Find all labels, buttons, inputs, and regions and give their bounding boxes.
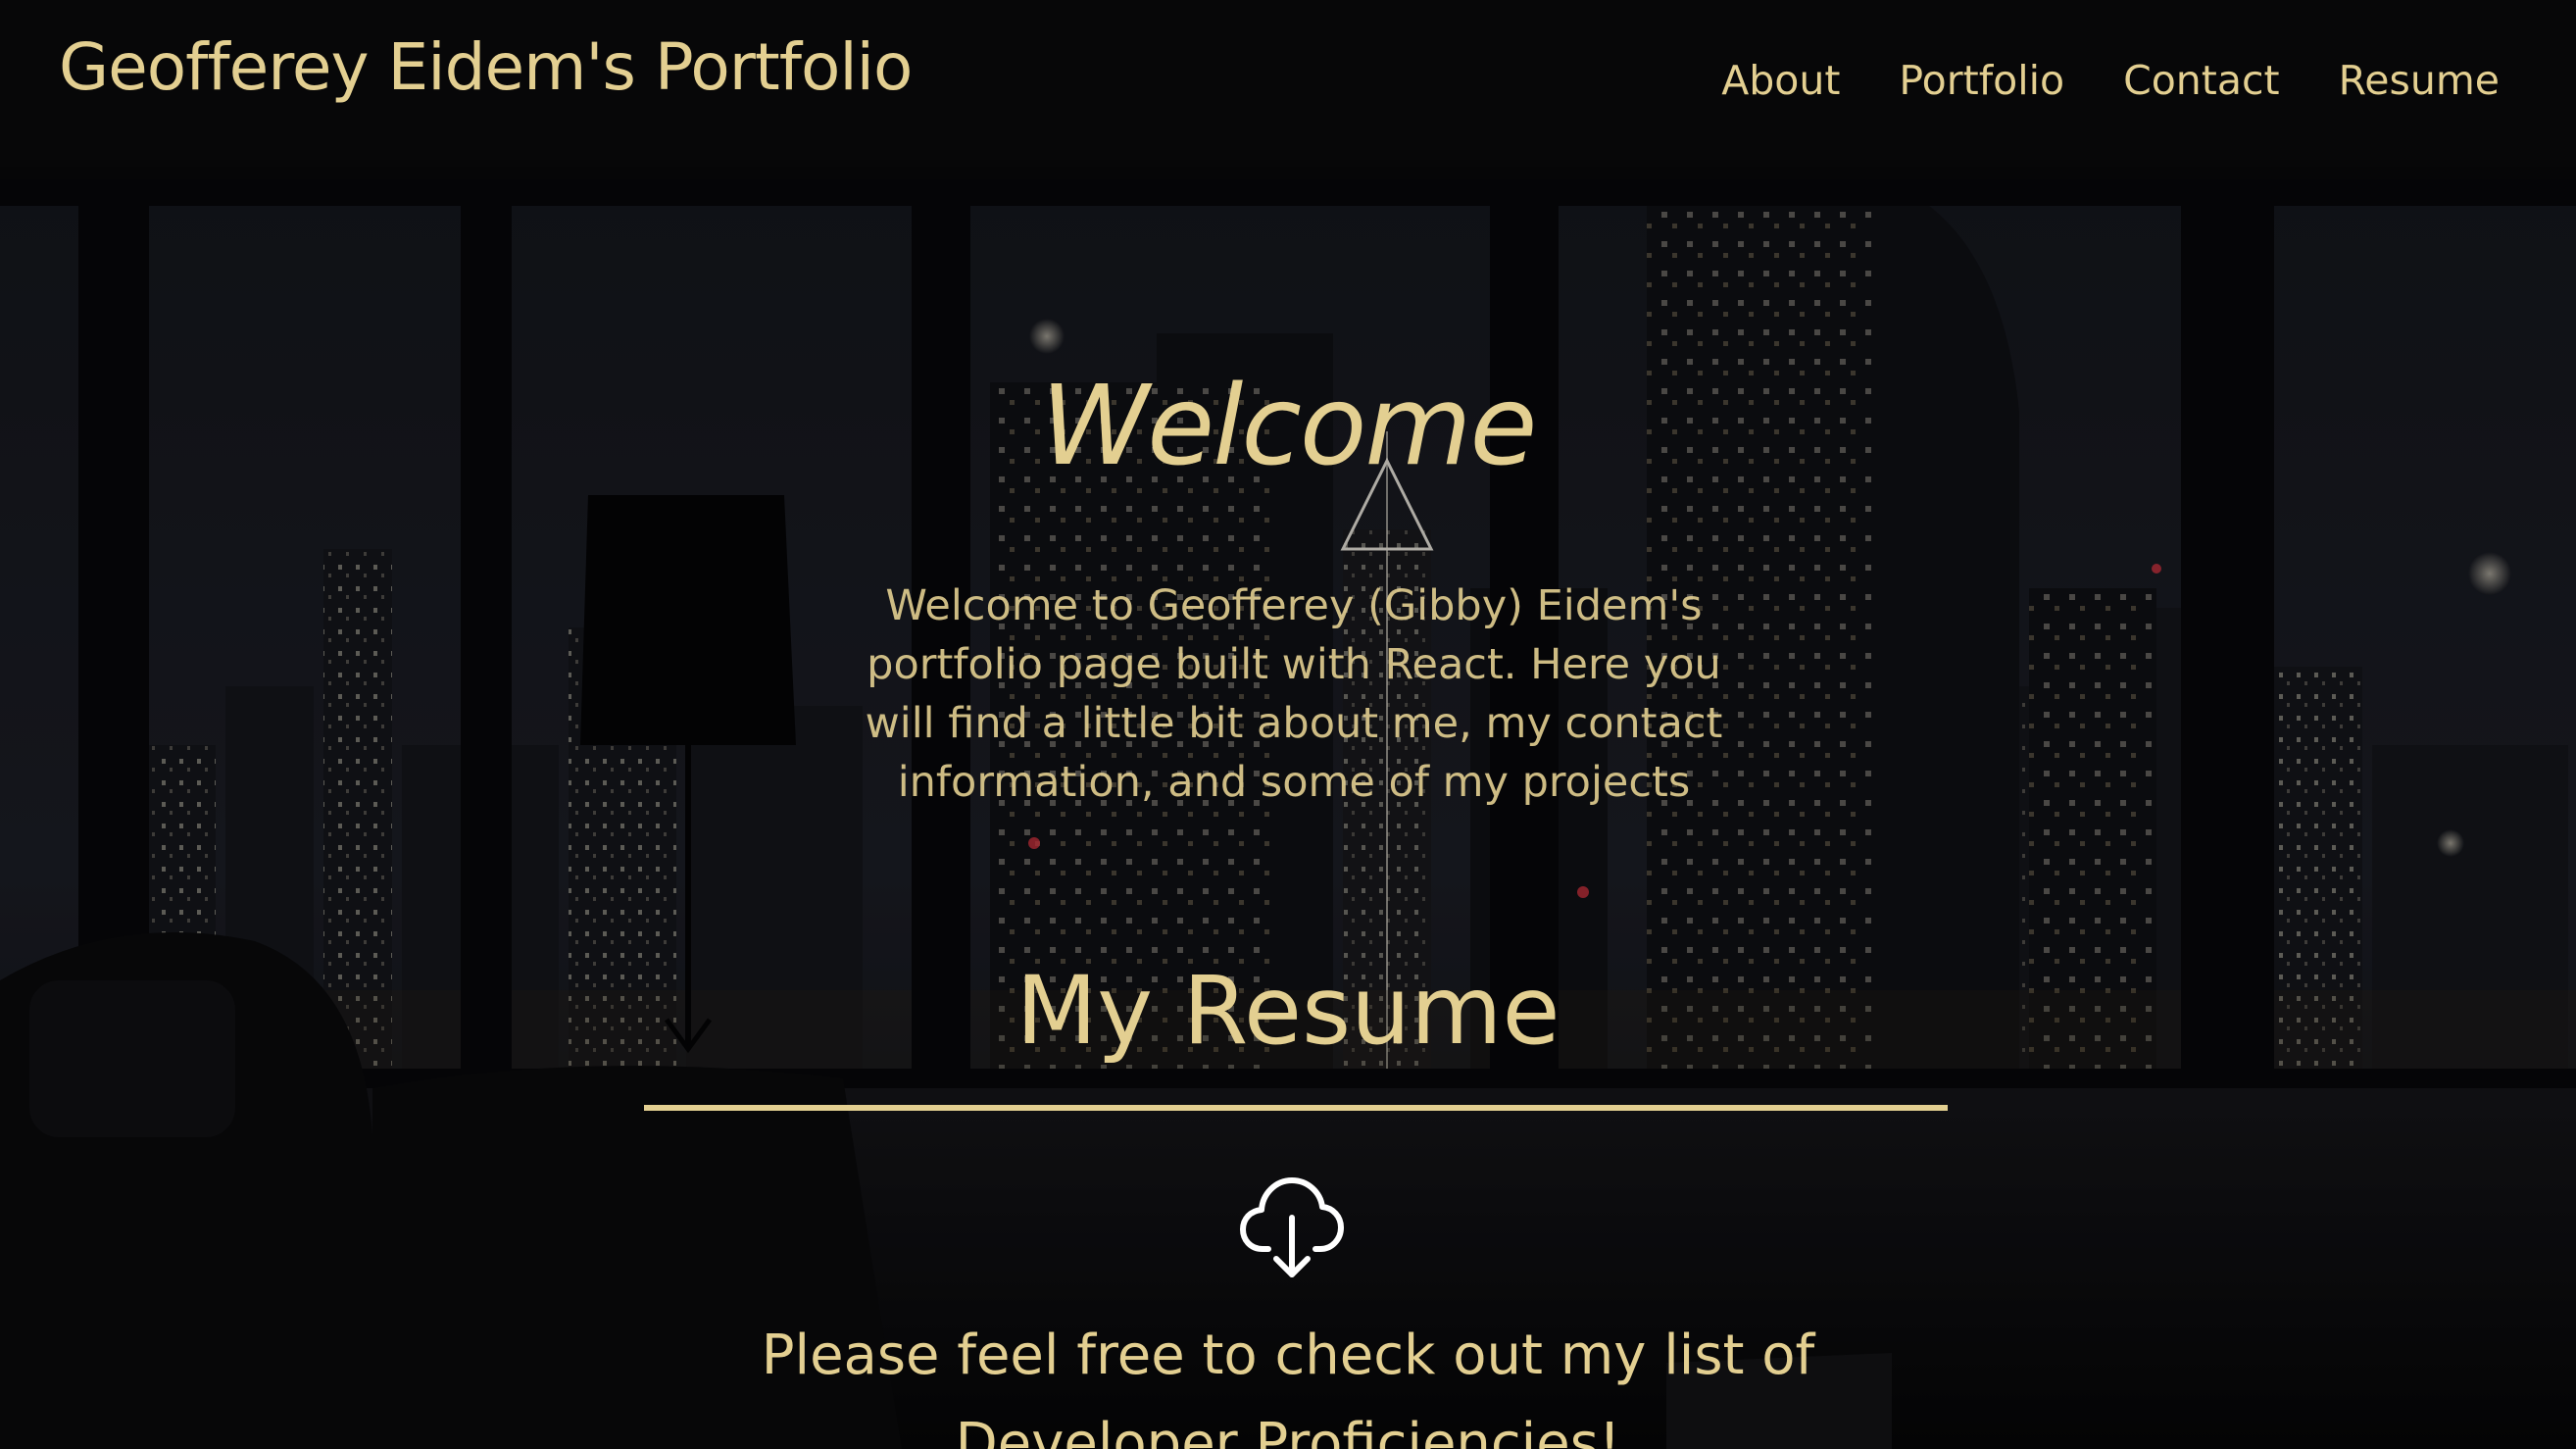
resume-divider bbox=[644, 1105, 1948, 1111]
nav-link-contact[interactable]: Contact bbox=[2123, 57, 2280, 104]
resume-heading: My Resume bbox=[1016, 956, 1560, 1066]
nav-link-about[interactable]: About bbox=[1721, 57, 1840, 104]
nav-link-portfolio[interactable]: Portfolio bbox=[1899, 57, 2064, 104]
resume-paragraph: Please feel free to check out my list of… bbox=[761, 1324, 1815, 1449]
site-title[interactable]: Geofferey Eidem's Portfolio bbox=[59, 29, 913, 105]
welcome-heading: Welcome bbox=[1040, 363, 1538, 490]
main-nav: About Portfolio Contact Resume bbox=[1721, 57, 2500, 104]
cloud-download-icon[interactable] bbox=[1239, 1173, 1345, 1282]
site-header: Geofferey Eidem's Portfolio About Portfo… bbox=[0, 0, 2576, 179]
welcome-paragraph: Welcome to Geofferey (Gibby) Eidem's por… bbox=[865, 581, 1723, 807]
nav-link-resume[interactable]: Resume bbox=[2339, 57, 2500, 104]
page: Geofferey Eidem's Portfolio About Portfo… bbox=[0, 0, 2576, 1449]
